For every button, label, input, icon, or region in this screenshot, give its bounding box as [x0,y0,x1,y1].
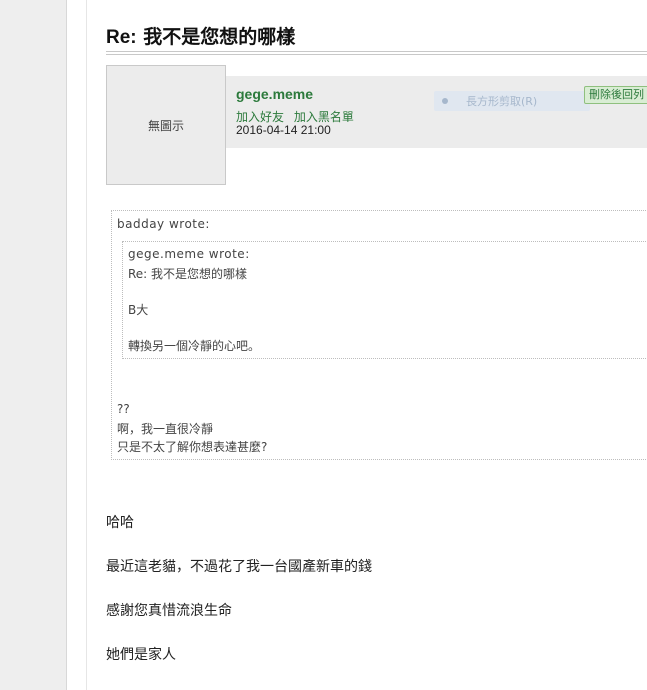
left-gutter [0,0,66,690]
avatar-placeholder-text: 無圖示 [147,118,184,133]
post-title-prefix: Re: [106,27,137,48]
snipping-tool-tooltip: 長方形剪取(R) [434,91,590,111]
add-blacklist-link[interactable]: 加入黑名單 [294,110,354,124]
quote-inner-line: 轉換另一個冷靜的心吧。 [128,339,261,353]
avatar: 無圖示 [106,65,226,185]
title-divider-secondary [106,54,647,55]
title-divider [106,51,647,52]
quote-inner-line: B大 [128,303,149,317]
quote-outer-line: ?? [117,402,130,416]
post-body-line: 感謝您真惜流浪生命 [106,603,232,619]
post-title-text: 我不是您想的哪樣 [143,26,296,48]
add-friend-link[interactable]: 加入好友 [236,110,284,124]
gutter-divider [66,0,67,690]
post-body-line: 她們是家人 [106,647,176,663]
quote-outer-line: 啊，我一直很冷靜 [117,422,214,436]
post-title: Re: 我不是您想的哪樣 [106,22,295,49]
quote-inner-author: gege.meme wrote: [128,247,250,261]
author-username-link[interactable]: gege.meme [236,86,313,102]
post-date: 2016-04-14 21:00 [236,123,331,137]
quote-outer-line: 只是不太了解你想表達甚麼? [117,440,268,454]
post-body-line: 哈哈 [106,515,134,531]
quote-inner-line: Re: 我不是您想的哪樣 [128,267,248,281]
snip-icon [442,98,448,104]
post-body-line: 最近這老貓，不過花了我一台國產新車的錢 [106,559,372,575]
delete-back-to-list-button[interactable]: 刪除後回列 [584,86,647,104]
snip-label: 長方形剪取(R) [466,95,538,108]
quote-outer-author: badday wrote: [117,217,210,231]
